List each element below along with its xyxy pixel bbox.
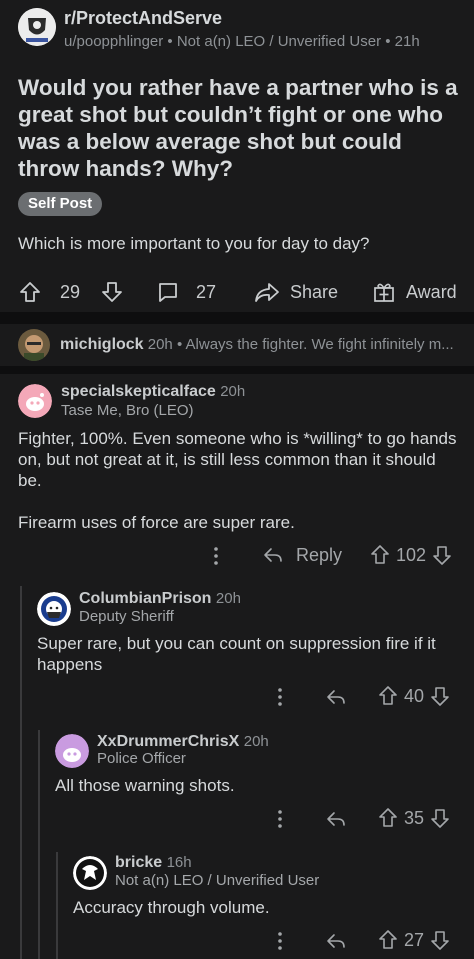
reply-arrow-icon[interactable] [325,930,347,952]
comment-text: Firearm uses of force are super rare. [18,513,295,532]
post-flair[interactable]: Self Post [18,192,103,216]
arrow-up-icon[interactable] [370,544,390,566]
award-label: Award [406,281,457,302]
comment-text: Accuracy through volume. [73,898,270,917]
comment: bricke 16h Not a(n) LEO / Unverified Use… [0,850,474,959]
comment-author[interactable]: specialskepticalface [61,383,216,400]
post: r/ProtectAndServe u/poopphlinger • Not a… [0,0,474,320]
post-meta[interactable]: u/poopphlinger • Not a(n) LEO / Unverifi… [64,33,420,50]
comment-vote-count: 102 [396,544,427,565]
comment-header: specialskepticalface 20h [61,383,245,401]
vertical-dots-icon[interactable] [270,929,290,953]
comment-header: ColumbianPrison 20h [79,590,241,608]
user-flair: Deputy Sheriff [79,608,174,625]
comment: specialskepticalface 20h Tase Me, Bro (L… [0,374,474,574]
comment-vote-count: 27 [404,929,425,950]
collapsed-comment-header: michiglock 20h • Always the fighter. We … [60,336,454,354]
post-body: Which is more important to you for day t… [18,234,370,253]
share-label: Share [290,281,339,302]
avatar[interactable] [18,329,50,361]
section-divider [0,312,474,324]
comment-vote-group: 27 [378,929,450,951]
vertical-dots-icon[interactable] [270,807,290,831]
subreddit-avatar[interactable] [18,8,56,46]
comment-time: 20h [147,336,173,353]
arrow-up-icon[interactable] [18,280,42,304]
comment-time: 20h [215,590,241,607]
vertical-dots-icon[interactable] [206,544,226,568]
speech-bubble-icon [156,280,180,304]
reply-arrow-icon[interactable] [325,686,347,708]
comment: XxDrummerChrisX 20h Police Officer All t… [0,728,474,844]
gift-icon [372,280,396,304]
comment-time: 16h [166,854,192,871]
comment-header: bricke 16h [115,854,192,872]
comment-vote-count: 35 [404,807,425,828]
award-button[interactable]: Award [372,272,457,312]
arrow-up-icon[interactable] [378,807,398,829]
share-button[interactable]: Share [254,272,338,312]
arrow-down-icon[interactable] [100,280,124,304]
comment-vote-group: 40 [378,685,450,707]
arrow-down-icon[interactable] [432,544,452,566]
reply-button[interactable]: Reply [262,544,342,566]
comments-button[interactable]: 27 [156,272,216,312]
comment-vote-group: 102 [370,544,452,566]
avatar[interactable] [18,384,52,418]
comment-author[interactable]: XxDrummerChrisX [97,733,239,750]
comment-vote-group: 35 [378,807,450,829]
post-actions: 29 27 Share Award [0,272,474,312]
avatar[interactable] [55,734,89,768]
comment-header: XxDrummerChrisX 20h [97,733,269,751]
post-title: Would you rather have a partner who is a… [18,75,458,181]
share-arrow-icon [254,280,280,304]
arrow-down-icon[interactable] [430,929,450,951]
comment-text: Fighter, 100%. Even someone who is *will… [18,429,457,490]
comment-vote-count: 40 [404,685,425,706]
arrow-up-icon[interactable] [378,929,398,951]
comment-time: 20h [220,383,246,400]
reply-arrow-icon [262,544,284,566]
user-flair: Tase Me, Bro (LEO) [61,402,194,419]
comment-text: Super rare, but you can count on suppres… [37,634,436,674]
collapsed-comment[interactable]: michiglock 20h • Always the fighter. We … [0,324,474,366]
arrow-up-icon[interactable] [378,685,398,707]
avatar[interactable] [37,592,71,626]
comment-text: All those warning shots. [55,776,235,795]
reply-label: Reply [296,544,343,565]
user-flair: Police Officer [97,750,186,767]
post-vote-count: 29 [60,281,81,302]
arrow-down-icon[interactable] [430,807,450,829]
vertical-dots-icon[interactable] [270,685,290,709]
comment-count: 27 [196,281,217,302]
section-divider [0,366,474,374]
comment-author[interactable]: ColumbianPrison [79,590,211,607]
avatar[interactable] [73,856,107,890]
comment-author[interactable]: bricke [115,854,162,871]
vote-group: 29 [18,272,124,312]
subreddit-name[interactable]: r/ProtectAndServe [64,8,222,29]
comment-preview: • Always the fighter. We fight infinitel… [176,336,454,353]
user-flair: Not a(n) LEO / Unverified User [115,872,320,889]
reply-arrow-icon[interactable] [325,808,347,830]
comment-time: 20h [243,733,269,750]
arrow-down-icon[interactable] [430,685,450,707]
comment-author[interactable]: michiglock [60,336,144,353]
comment: ColumbianPrison 20h Deputy Sheriff Super… [0,584,474,718]
